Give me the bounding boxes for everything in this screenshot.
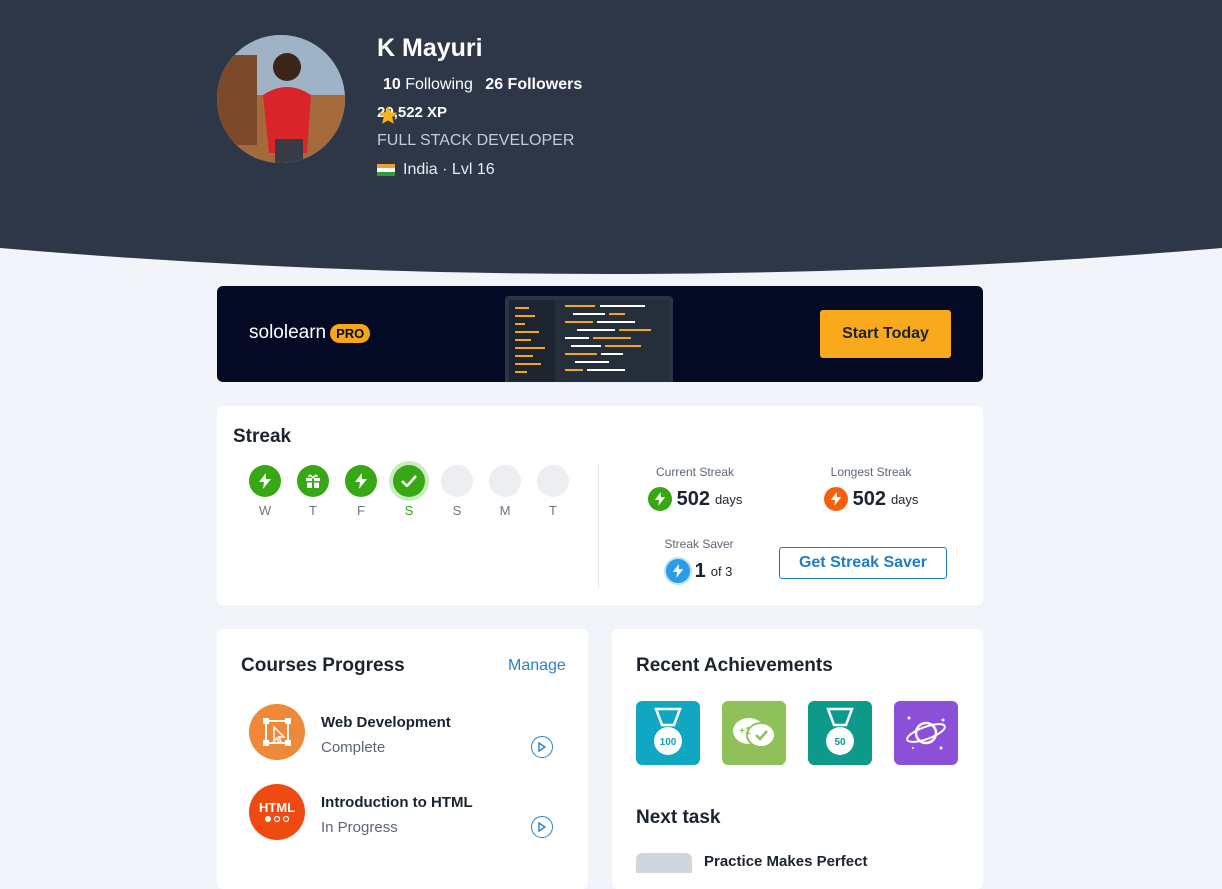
- recent-achievements-card: Recent Achievements 100 +1 50 Next task …: [612, 629, 983, 889]
- course-title: Introduction to HTML: [321, 794, 473, 811]
- lightning-icon: [647, 487, 672, 511]
- followers-link[interactable]: 26 Followers: [485, 76, 582, 93]
- india-flag-icon: [377, 164, 395, 176]
- avatar[interactable]: [217, 35, 345, 163]
- course-title: Web Development: [321, 714, 451, 731]
- following-link[interactable]: 10 Following: [383, 76, 473, 93]
- sololearn-pro-logo: sololearn PRO: [249, 322, 371, 344]
- course-status: Complete: [321, 739, 386, 756]
- plus-one-chat-icon[interactable]: +1: [722, 701, 786, 765]
- streak-saver: Streak Saver 1 of 3: [664, 537, 734, 583]
- profile-name: K Mayuri: [377, 34, 483, 62]
- html-icon: HTML: [249, 784, 305, 840]
- follow-stats: 10 Following 26 Followers: [383, 76, 582, 94]
- planet-icon[interactable]: [894, 701, 958, 765]
- play-icon[interactable]: [531, 816, 553, 838]
- course-item[interactable]: HTML Introduction to HTML In Progress: [249, 784, 559, 844]
- courses-title: Courses Progress: [241, 655, 405, 676]
- profile-role: FULL STACK DEVELOPER: [377, 132, 575, 149]
- empty-day-dot: [489, 465, 521, 497]
- next-task-name[interactable]: Practice Makes Perfect: [704, 853, 867, 870]
- task-icon: [636, 853, 692, 873]
- lightning-icon: [345, 465, 377, 497]
- profile-location: India · Lvl 16: [377, 161, 495, 179]
- divider: [598, 464, 599, 588]
- cursor-select-icon: [249, 704, 305, 760]
- code-screen-illustration: [505, 296, 673, 382]
- lightning-icon: [823, 487, 848, 511]
- star-icon: [378, 105, 398, 124]
- location-text: India · Lvl 16: [403, 161, 495, 178]
- lightning-icon: [249, 465, 281, 497]
- gift-icon: [297, 465, 329, 497]
- course-status: In Progress: [321, 819, 398, 836]
- streak-day: F: [345, 465, 377, 518]
- courses-progress-card: Courses Progress Manage Web Development …: [217, 629, 588, 889]
- streak-week: W T F S S M T: [249, 465, 569, 518]
- streak-saver-icon: [665, 559, 690, 583]
- streak-title: Streak: [233, 426, 292, 447]
- svg-text:+1: +1: [739, 726, 751, 737]
- medal-100-icon[interactable]: 100: [636, 701, 700, 765]
- start-today-button[interactable]: Start Today: [820, 310, 951, 358]
- pro-promo-banner: sololearn PRO Start Today: [217, 286, 983, 382]
- header-background: [0, 0, 1222, 274]
- svg-text:50: 50: [834, 737, 846, 748]
- streak-day: M: [489, 465, 521, 518]
- course-item[interactable]: Web Development Complete: [249, 704, 559, 764]
- next-task-title: Next task: [636, 807, 721, 828]
- streak-day-today: S: [393, 465, 425, 518]
- play-icon[interactable]: [531, 736, 553, 758]
- streak-day: W: [249, 465, 281, 518]
- achievements-title: Recent Achievements: [636, 655, 833, 676]
- get-streak-saver-button[interactable]: Get Streak Saver: [779, 547, 947, 579]
- current-streak: Current Streak 502 days: [635, 465, 755, 511]
- longest-streak: Longest Streak 502 days: [811, 465, 931, 511]
- empty-day-dot: [441, 465, 473, 497]
- svg-text:100: 100: [660, 737, 677, 748]
- streak-day: T: [537, 465, 569, 518]
- empty-day-dot: [537, 465, 569, 497]
- streak-day: T: [297, 465, 329, 518]
- streak-card: Streak W T F S S M T Current Streak 502 …: [217, 406, 983, 605]
- profile-header: K Mayuri 10 Following 26 Followers 29,52…: [0, 0, 1222, 300]
- streak-day: S: [441, 465, 473, 518]
- xp-display: 29,522 XP: [377, 104, 447, 124]
- check-icon: [393, 465, 425, 497]
- profile-info: K Mayuri 10 Following 26 Followers 29,52…: [377, 34, 582, 178]
- medal-50-icon[interactable]: 50: [808, 701, 872, 765]
- manage-link[interactable]: Manage: [508, 657, 566, 675]
